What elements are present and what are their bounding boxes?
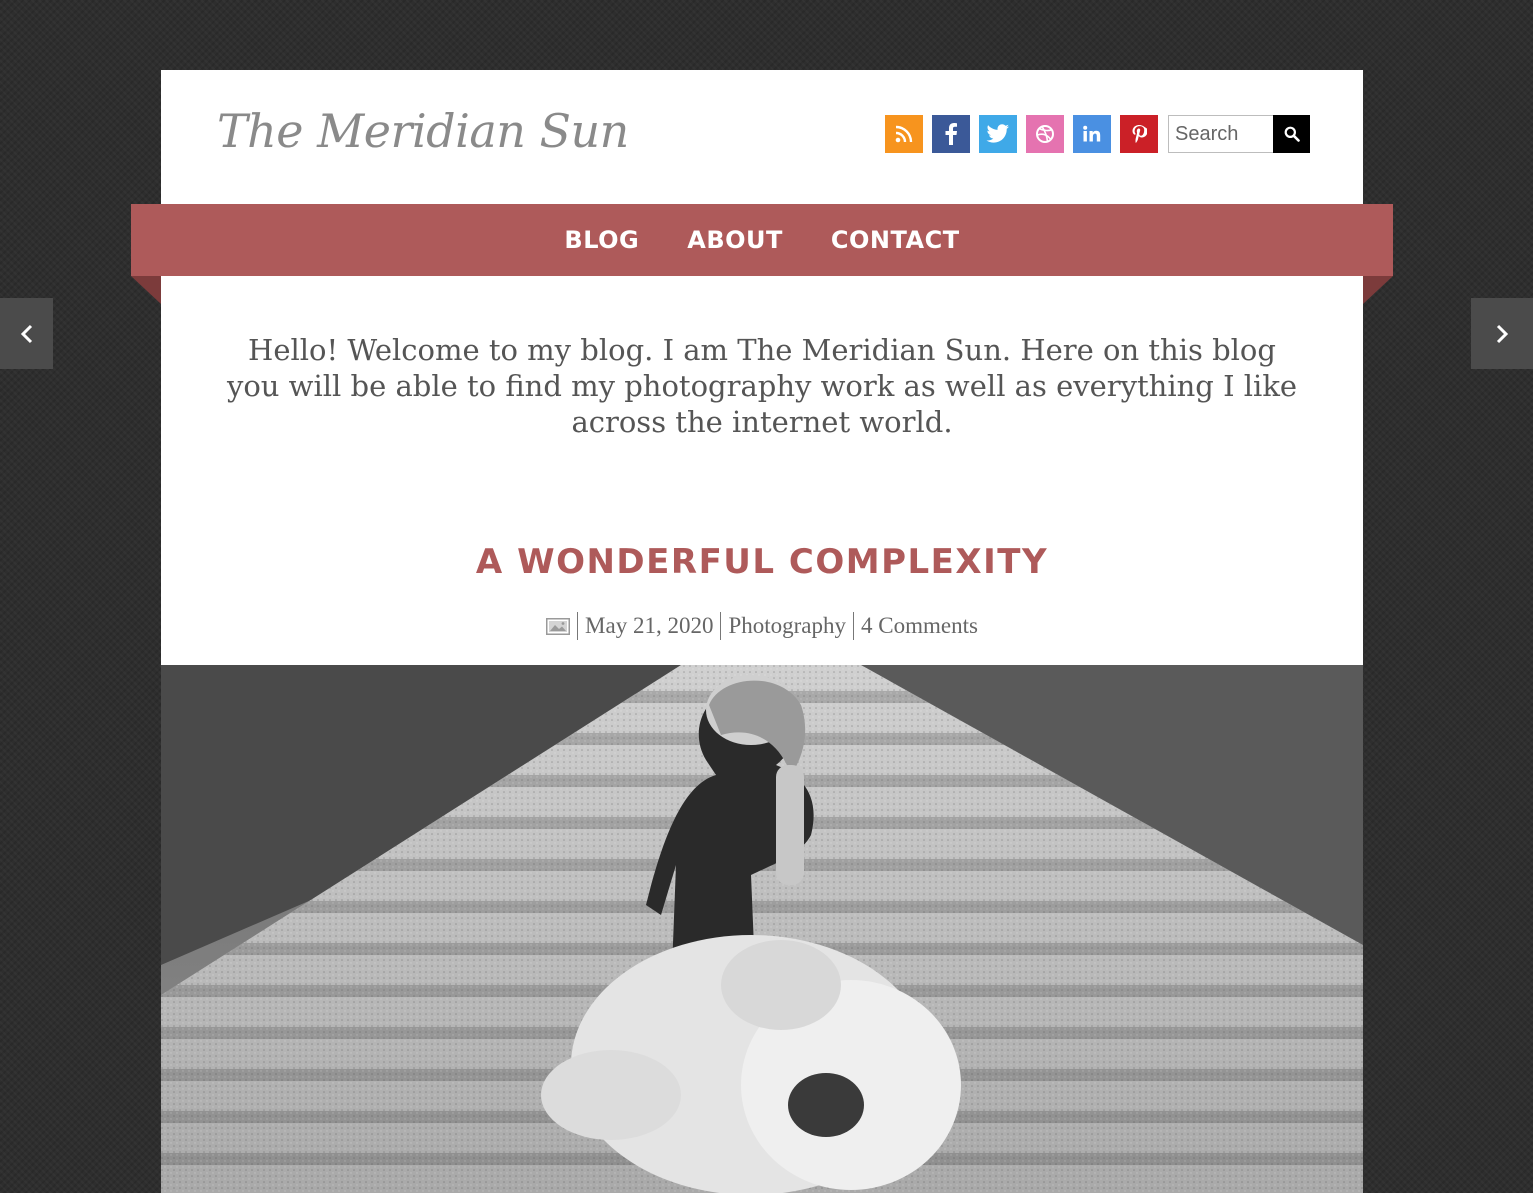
twitter-icon	[986, 124, 1009, 143]
rss-icon	[895, 125, 913, 143]
nav-ribbon-fold-left	[131, 276, 161, 304]
search-button[interactable]	[1273, 115, 1310, 153]
rss-button[interactable]	[885, 115, 923, 153]
post-title[interactable]: A WONDERFUL COMPLEXITY	[161, 542, 1363, 582]
nav-item-contact[interactable]: CONTACT	[831, 226, 960, 254]
pinterest-button[interactable]	[1120, 115, 1158, 153]
post-date[interactable]: May 21, 2020	[585, 613, 713, 639]
facebook-icon	[945, 123, 957, 145]
meta-divider	[720, 612, 722, 640]
facebook-button[interactable]	[932, 115, 970, 153]
dribbble-icon	[1036, 125, 1054, 143]
photo-girl-with-teddy-bear	[161, 665, 1363, 1193]
meta-divider	[577, 612, 579, 640]
linkedin-icon	[1083, 125, 1101, 142]
post-category[interactable]: Photography	[728, 613, 846, 639]
next-slide-button[interactable]	[1471, 298, 1533, 369]
post-featured-image[interactable]	[161, 665, 1363, 1193]
meta-divider	[853, 612, 855, 640]
site-title[interactable]: The Meridian Sun	[217, 104, 629, 158]
prev-slide-button[interactable]	[0, 298, 53, 369]
search-icon	[1284, 126, 1300, 142]
nav-item-blog[interactable]: BLOG	[564, 226, 639, 254]
social-links	[885, 115, 1158, 153]
post-comments-link[interactable]: 4 Comments	[861, 613, 978, 639]
search-form	[1168, 115, 1310, 153]
image-icon[interactable]	[546, 617, 571, 635]
linkedin-button[interactable]	[1073, 115, 1111, 153]
chevron-left-icon	[20, 324, 32, 343]
main-nav: BLOG ABOUT CONTACT	[131, 204, 1393, 276]
search-input[interactable]	[1168, 115, 1273, 153]
nav-ribbon-fold-right	[1363, 276, 1393, 304]
dribbble-button[interactable]	[1026, 115, 1064, 153]
twitter-button[interactable]	[979, 115, 1017, 153]
chevron-right-icon	[1496, 324, 1509, 343]
post-meta: May 21, 2020 Photography 4 Comments	[161, 612, 1363, 640]
pinterest-icon	[1132, 125, 1147, 143]
nav-item-about[interactable]: ABOUT	[687, 226, 783, 254]
intro-text: Hello! Welcome to my blog. I am The Meri…	[226, 333, 1298, 439]
